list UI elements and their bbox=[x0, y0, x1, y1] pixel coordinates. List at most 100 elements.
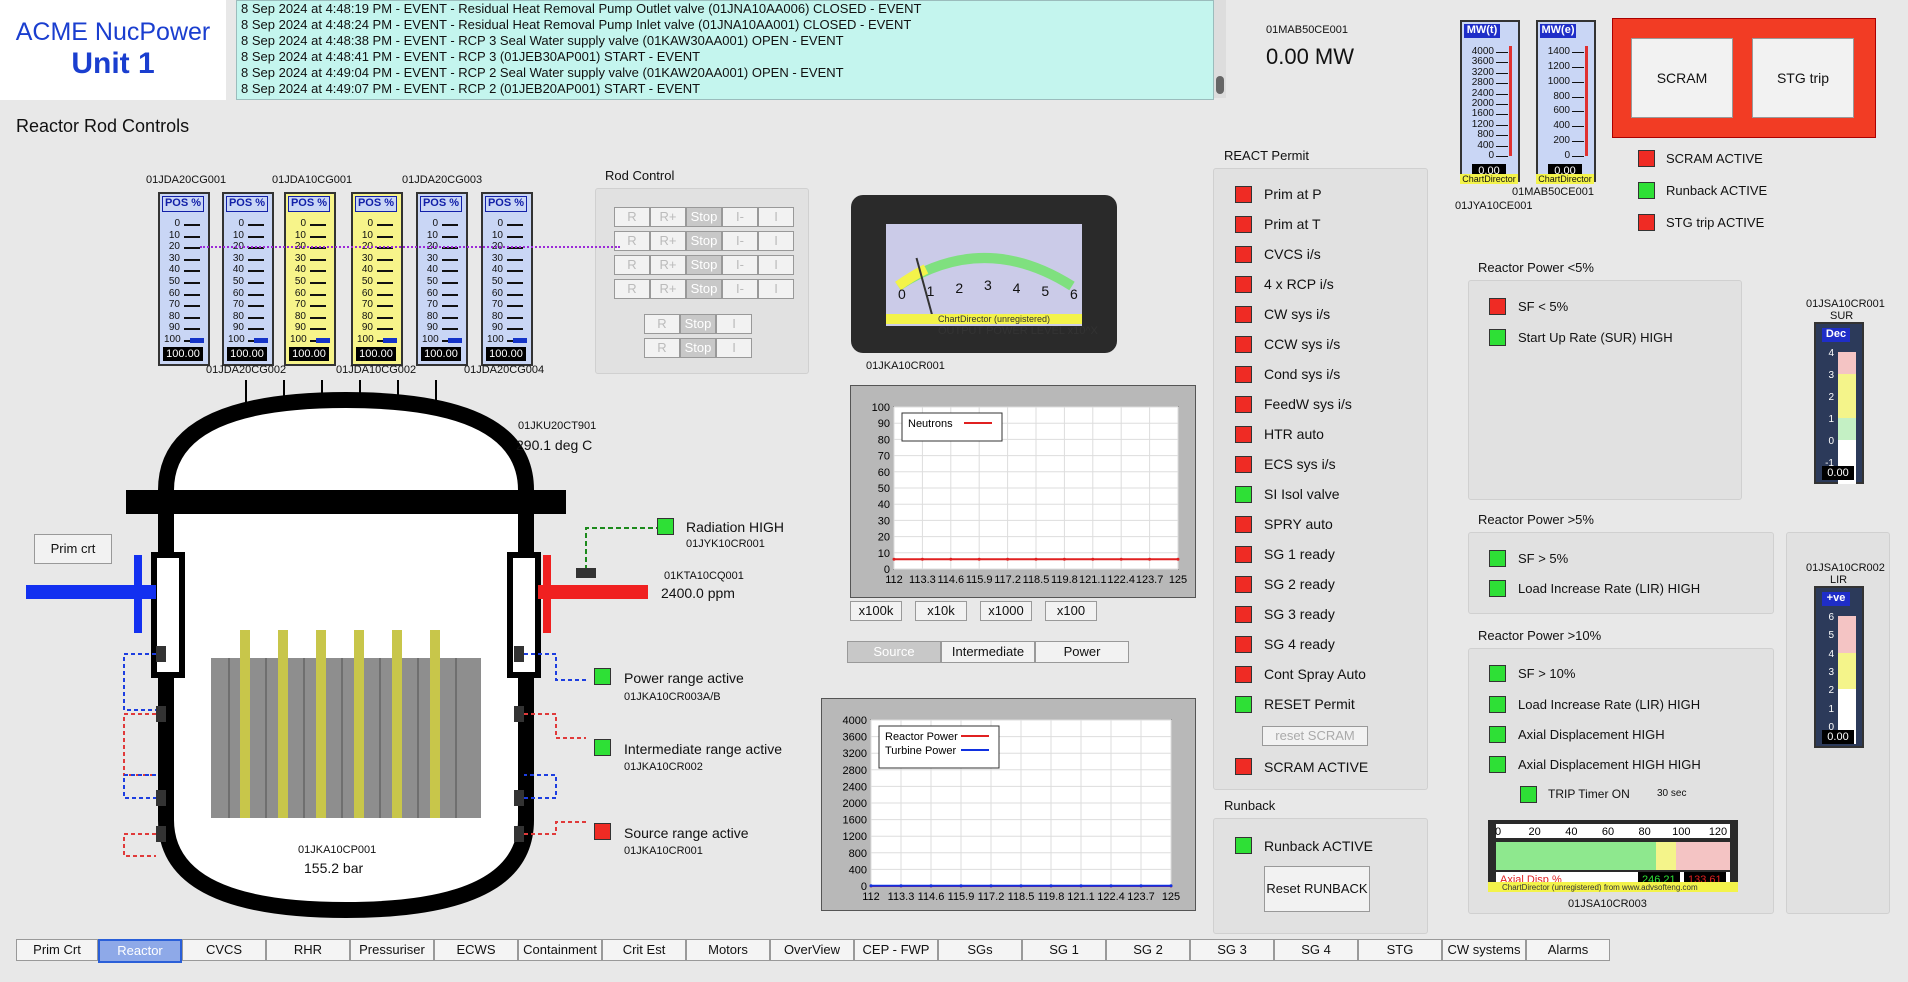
tab-prim-crt[interactable]: Prim Crt bbox=[16, 939, 98, 961]
event-log[interactable]: 8 Sep 2024 at 4:48:19 PM - EVENT - Resid… bbox=[236, 0, 1214, 100]
boron-value: 2400.0 ppm bbox=[661, 585, 735, 601]
rod-ctl-rplus-button[interactable]: R+ bbox=[650, 279, 686, 299]
range-source-button[interactable]: Source bbox=[847, 641, 941, 663]
rod-ctl-stop-button[interactable]: Stop bbox=[686, 279, 722, 299]
permit-indicator bbox=[1235, 666, 1252, 683]
rod-position-gauge: POS % 0 10 20 30 40 50 60 70 80 90 100 100.00 bbox=[351, 192, 403, 366]
rod-scale-tick bbox=[248, 282, 264, 284]
rod-position-value: 100.00 bbox=[421, 347, 461, 361]
rod-scale-tick bbox=[184, 293, 200, 296]
tab-sg-3[interactable]: SG 3 bbox=[1190, 939, 1274, 961]
tab-sgs[interactable]: SGs bbox=[938, 939, 1022, 961]
rod-ctl-r-button[interactable]: R bbox=[614, 231, 650, 251]
tab-containment[interactable]: Containment bbox=[518, 939, 602, 961]
prim-crt-button[interactable]: Prim crt bbox=[34, 534, 112, 564]
tab-pressuriser[interactable]: Pressuriser bbox=[350, 939, 434, 961]
rod-ctl-stop-button[interactable]: Stop bbox=[686, 207, 722, 227]
rod-ctl-i-button[interactable]: I bbox=[758, 255, 794, 275]
mw-scale-label: 1200 bbox=[1471, 118, 1494, 130]
tab-cep-fwp[interactable]: CEP - FWP bbox=[854, 939, 938, 961]
mw-scale-tick bbox=[1572, 111, 1584, 113]
tab-rhr[interactable]: RHR bbox=[266, 939, 350, 961]
log-entry: 8 Sep 2024 at 4:49:07 PM - EVENT - RCP 2… bbox=[241, 81, 701, 96]
stg-trip-button[interactable]: STG trip bbox=[1752, 38, 1854, 118]
scram-button[interactable]: SCRAM bbox=[1631, 38, 1733, 118]
tab-overview[interactable]: OverView bbox=[770, 939, 854, 961]
rod-scale-label: 70 bbox=[168, 299, 180, 311]
chart-x-tick: 125 bbox=[1169, 574, 1187, 586]
chart-point bbox=[1006, 557, 1010, 561]
permit-indicator bbox=[1235, 216, 1252, 233]
rod-scale-tick bbox=[442, 328, 458, 331]
range-intermediate-button[interactable]: Intermediate bbox=[941, 641, 1035, 663]
chart-x-tick: 123.7 bbox=[1127, 891, 1155, 903]
rod-ctl-rplus-button[interactable]: R+ bbox=[650, 207, 686, 227]
rod-ctl-i-button[interactable]: I bbox=[716, 314, 752, 334]
rod-ctl-stop-button[interactable]: Stop bbox=[686, 231, 722, 251]
tab-stg[interactable]: STG bbox=[1358, 939, 1442, 961]
rod-scale-tick bbox=[184, 247, 200, 250]
permit-indicator bbox=[1235, 456, 1252, 473]
rod-ctl-r-button[interactable]: R bbox=[614, 207, 650, 227]
mw-scale-tick bbox=[1572, 141, 1584, 143]
tab-cw-systems[interactable]: CW systems bbox=[1442, 939, 1526, 961]
rod-ctl-r-button[interactable]: R bbox=[614, 255, 650, 275]
tab-sg-4[interactable]: SG 4 bbox=[1274, 939, 1358, 961]
tab-alarms[interactable]: Alarms bbox=[1526, 939, 1610, 961]
tab-cvcs[interactable]: CVCS bbox=[182, 939, 266, 961]
rod-ctl-i-button[interactable]: I bbox=[716, 338, 752, 358]
rod-ctl-stop-button[interactable]: Stop bbox=[680, 338, 716, 358]
rod-scale-tick bbox=[310, 293, 326, 296]
tab-sg-1[interactable]: SG 1 bbox=[1022, 939, 1106, 961]
rod-ctl-iminus-button[interactable]: I- bbox=[722, 279, 758, 299]
permit-indicator bbox=[1235, 426, 1252, 443]
rod-ctl-iminus-button[interactable]: I- bbox=[722, 231, 758, 251]
tab-sg-2[interactable]: SG 2 bbox=[1106, 939, 1190, 961]
rod-ctl-stop-button[interactable]: Stop bbox=[686, 255, 722, 275]
chart-x-tick: 125 bbox=[1162, 891, 1180, 903]
rod-ctl-r-button[interactable]: R bbox=[614, 279, 650, 299]
rod-ctl-iminus-button[interactable]: I- bbox=[722, 255, 758, 275]
lir_gauge-head: +ve bbox=[1822, 592, 1850, 606]
rod-scale-label: 10 bbox=[426, 229, 438, 241]
scale-x100k-button[interactable]: x100k bbox=[850, 601, 902, 621]
mw-scale-label: 400 bbox=[1553, 120, 1570, 132]
rod-ctl-rplus-button[interactable]: R+ bbox=[650, 255, 686, 275]
rod-ctl-stop-button[interactable]: Stop bbox=[680, 314, 716, 334]
sur_gauge-scale-label: 1 bbox=[1828, 414, 1834, 425]
rod-scale-label: 10 bbox=[168, 229, 180, 241]
tab-motors[interactable]: Motors bbox=[686, 939, 770, 961]
scroll-thumb[interactable] bbox=[1216, 76, 1224, 94]
rod-ctl-r-button[interactable]: R bbox=[644, 314, 680, 334]
permit-label: CW sys i/s bbox=[1264, 306, 1331, 322]
rod-ctl-r-button[interactable]: R bbox=[644, 338, 680, 358]
rod-scale-tick bbox=[310, 282, 326, 284]
tab-reactor[interactable]: Reactor bbox=[98, 939, 182, 963]
rod-scale-tick bbox=[184, 305, 200, 308]
event-log-scrollbar[interactable] bbox=[1214, 0, 1226, 98]
tab-crit-est[interactable]: Crit Est bbox=[602, 939, 686, 961]
rod-ctl-i-button[interactable]: I bbox=[758, 231, 794, 251]
rod-scale-tick bbox=[248, 235, 264, 238]
range-power-button[interactable]: Power bbox=[1035, 641, 1129, 663]
chart-point bbox=[1062, 557, 1066, 561]
rod-level-marker bbox=[448, 338, 462, 343]
scale-x1000-button[interactable]: x1000 bbox=[980, 601, 1032, 621]
rod-ctl-i-button[interactable]: I bbox=[758, 207, 794, 227]
reset-scram-button[interactable]: reset SCRAM bbox=[1262, 726, 1368, 746]
scale-x10k-button[interactable]: x10k bbox=[915, 601, 967, 621]
reset-runback-button[interactable]: Reset RUNBACK bbox=[1264, 866, 1370, 912]
rod-ctl-iminus-button[interactable]: I- bbox=[722, 207, 758, 227]
mw-gauge-head: MW(e) bbox=[1540, 24, 1576, 38]
chart-point bbox=[949, 557, 953, 561]
rod-ctl-rplus-button[interactable]: R+ bbox=[650, 231, 686, 251]
scale-x100-button[interactable]: x100 bbox=[1045, 601, 1097, 621]
rod-ctl-i-button[interactable]: I bbox=[758, 279, 794, 299]
tab-ecws[interactable]: ECWS bbox=[434, 939, 518, 961]
chart-y-tick: 800 bbox=[849, 848, 867, 860]
axial-scale-label: 80 bbox=[1639, 826, 1651, 838]
rod-tag: 01JDA20CG004 bbox=[464, 364, 545, 376]
axial-yellow-band bbox=[1656, 842, 1676, 870]
chart-x-tick: 113.3 bbox=[888, 891, 915, 903]
log-entry: 8 Sep 2024 at 4:48:41 PM - EVENT - RCP 3… bbox=[241, 49, 701, 64]
